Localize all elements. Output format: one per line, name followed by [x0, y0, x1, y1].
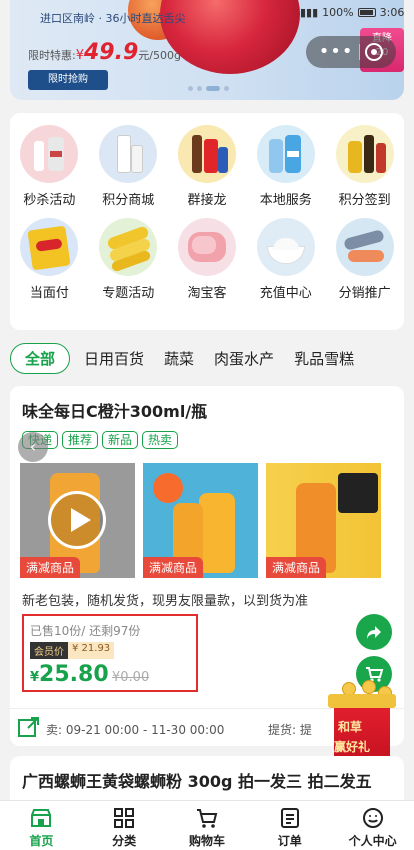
bottom-nav: 首页 分类 购物车 订单 个人中心: [0, 800, 414, 850]
product-title[interactable]: 味全每日C橙汁300ml/瓶: [22, 398, 207, 422]
product-title[interactable]: 广西螺蛳王黄袋螺蛳粉 300g 拍一发三 拍二发五: [22, 768, 372, 792]
chips-icon: [20, 218, 79, 276]
category-item[interactable]: 积分商城: [89, 125, 168, 208]
share-arrow-icon: [367, 626, 381, 639]
tab-all[interactable]: 全部: [10, 342, 71, 374]
nav-profile[interactable]: 个人中心: [332, 801, 414, 850]
category-item[interactable]: 当面付: [10, 218, 89, 301]
nav-category[interactable]: 分类: [83, 801, 165, 850]
share-button[interactable]: [356, 614, 392, 650]
stock-info: 已售10份/ 还剩97份: [30, 624, 141, 638]
pickup-info: 提货: 提: [268, 723, 312, 737]
capsule-divider: [358, 44, 360, 60]
oil-bottles-icon: [335, 125, 394, 183]
external-link-icon[interactable]: [16, 714, 42, 740]
status-bar: ▮▮▮ 100% 3:06: [300, 5, 405, 19]
banner-dot: [197, 86, 202, 91]
water-bottles-icon: [256, 125, 315, 183]
category-item[interactable]: 本地服务: [246, 125, 325, 208]
badge-new: 新品: [102, 431, 139, 449]
drinks-icon: [177, 125, 236, 183]
banner-dot: [224, 86, 229, 91]
category-item[interactable]: 专题活动: [89, 218, 168, 301]
banner-pagination: [188, 86, 229, 91]
sale-period: 卖: 09-21 00:00 - 11-30 00:00: [46, 723, 225, 737]
banner-dot-active: [206, 86, 220, 91]
tab-dairy-icecream[interactable]: 乳品雪糕: [284, 348, 364, 369]
nav-home[interactable]: 首页: [0, 801, 82, 850]
order-list-icon: [280, 808, 299, 828]
promo-tag: 满减商品: [143, 557, 204, 578]
category-item[interactable]: 秒杀活动: [10, 125, 89, 208]
close-icon[interactable]: [365, 43, 384, 61]
chevron-left-icon[interactable]: ‹: [18, 432, 48, 462]
promo-tag: 满减商品: [20, 557, 81, 578]
cart-icon: [196, 809, 218, 828]
nav-cart[interactable]: 购物车: [166, 801, 248, 850]
battery-icon: [357, 7, 376, 17]
store-icon: [31, 809, 52, 827]
play-icon[interactable]: [48, 491, 106, 549]
tab-vegetables[interactable]: 蔬菜: [154, 348, 204, 369]
tab-daily-goods[interactable]: 日用百货: [74, 348, 154, 369]
nav-orders[interactable]: 订单: [249, 801, 331, 850]
product-images: 满减商品 满减商品 满减商品: [20, 463, 381, 578]
smile-face-icon: [362, 808, 383, 828]
category-grid-card: 秒杀活动 积分商城 群接龙 本地服务 积分签到 当面付 专题活动 淘宝客 充值中…: [10, 113, 404, 330]
product-image[interactable]: 满减商品: [143, 463, 258, 578]
category-grid: 秒杀活动 积分商城 群接龙 本地服务 积分签到 当面付 专题活动 淘宝客 充值中…: [10, 113, 404, 301]
more-icon[interactable]: •••: [319, 36, 354, 68]
current-price: ¥25.80: [30, 662, 109, 687]
promo-tag: 满减商品: [266, 557, 327, 578]
gift-lid: [328, 694, 396, 708]
banner-buy-button[interactable]: 限时抢购: [28, 70, 108, 90]
member-price-badge: 会员价 ¥ 21.93: [30, 642, 115, 659]
ham-icon: [177, 218, 236, 276]
badge-hot: 热卖: [142, 431, 179, 449]
category-item[interactable]: 分销推广: [325, 218, 404, 301]
cosmetics-icon: [20, 125, 79, 183]
category-tabs: 全部 日用百货 蔬菜 肉蛋水产 乳品雪糕: [10, 342, 414, 374]
yogurt-icon: [256, 218, 315, 276]
original-price: ¥0.00: [112, 670, 150, 685]
category-item[interactable]: 充值中心: [246, 218, 325, 301]
signal-icon: ▮▮▮: [300, 5, 319, 19]
skincare-bottle-icon: [99, 125, 158, 183]
category-item[interactable]: 群接龙: [168, 125, 247, 208]
banner-tagline: 进口区南岭 · 36小时直达舌尖: [40, 12, 186, 25]
product-image[interactable]: 满减商品: [266, 463, 381, 578]
badge-recommend: 推荐: [62, 431, 99, 449]
grid-icon: [114, 808, 135, 828]
product-video-thumb[interactable]: 满减商品: [20, 463, 135, 578]
price-highlight-box: 已售10份/ 还剩97份 会员价 ¥ 21.93 ¥25.80 ¥0.00: [22, 614, 198, 692]
corn-icon: [99, 218, 158, 276]
top-banner[interactable]: 进口区南岭 · 36小时直达舌尖 限时特惠:¥49.9元/500g 限时抢购 直…: [0, 0, 414, 108]
mini-program-capsule: •••: [306, 36, 396, 68]
category-item[interactable]: 积分签到: [325, 125, 404, 208]
tab-meat-eggs-seafood[interactable]: 肉蛋水产: [204, 348, 284, 369]
category-item[interactable]: 淘宝客: [168, 218, 247, 301]
fish-icon: [335, 218, 394, 276]
banner-price: 限时特惠:¥49.9元/500g: [28, 40, 181, 65]
banner-dot: [188, 86, 193, 91]
product-description: 新老包装，随机发货，现男友限量款，以到货为准: [22, 594, 309, 609]
